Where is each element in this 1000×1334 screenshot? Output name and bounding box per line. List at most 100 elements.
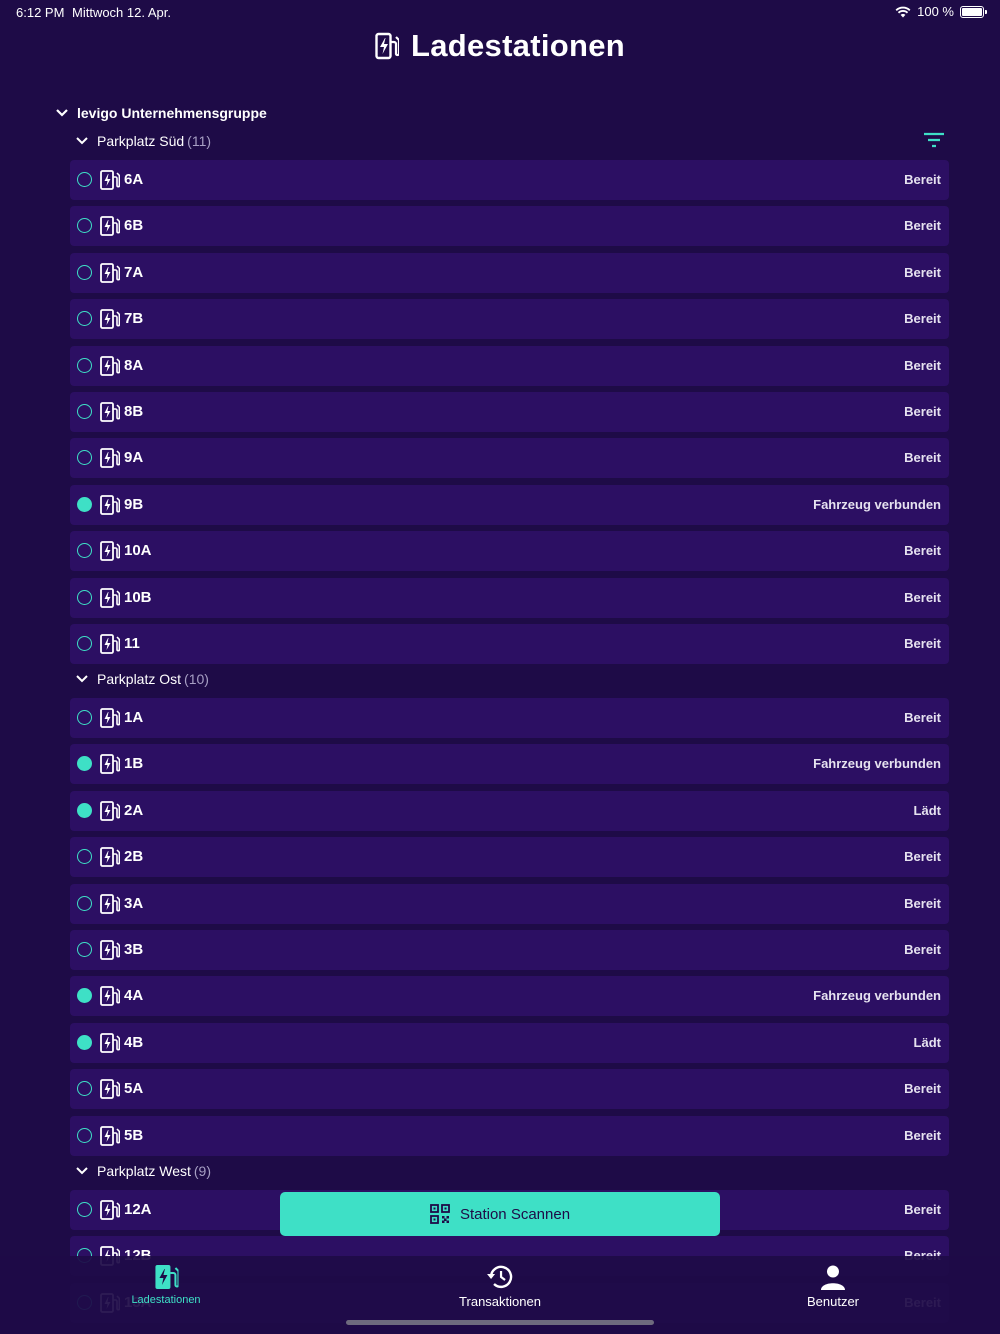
- section-header[interactable]: Parkplatz Süd (11): [75, 131, 955, 151]
- station-status: Bereit: [904, 590, 941, 605]
- status-time: 6:12 PM: [16, 5, 65, 20]
- section-name: Parkplatz Ost: [97, 671, 182, 687]
- station-status: Lädt: [913, 803, 941, 818]
- charging-station-icon: [100, 634, 121, 659]
- station-row[interactable]: 8A Bereit: [70, 346, 949, 386]
- station-row[interactable]: 5A Bereit: [70, 1069, 949, 1109]
- station-status: Fahrzeug verbunden: [813, 988, 941, 1003]
- station-status: Bereit: [904, 358, 941, 373]
- charging-station-icon: [100, 1079, 121, 1104]
- status-indicator: [77, 450, 92, 465]
- charging-station-icon: [100, 1126, 121, 1151]
- status-indicator: [77, 311, 92, 326]
- charging-station-icon: [100, 1200, 121, 1225]
- charging-station-icon: [100, 894, 121, 919]
- station-row[interactable]: 2A Lädt: [70, 791, 949, 831]
- station-row[interactable]: 8B Bereit: [70, 392, 949, 432]
- station-status: Bereit: [904, 1202, 941, 1217]
- station-row[interactable]: 11 Bereit: [70, 624, 949, 664]
- station-name: 4B: [124, 1034, 144, 1051]
- chevron-down-icon[interactable]: [75, 136, 89, 146]
- station-status: Bereit: [904, 636, 941, 651]
- charging-station-icon: [155, 1265, 178, 1289]
- chevron-down-icon[interactable]: [75, 1166, 89, 1176]
- station-row[interactable]: 9B Fahrzeug verbunden: [70, 485, 949, 525]
- group-header[interactable]: levigo Unternehmensgruppe: [55, 103, 267, 123]
- charging-station-icon: [100, 170, 121, 195]
- tab-transaktionen[interactable]: Transaktionen: [459, 1264, 541, 1309]
- station-name: 9A: [124, 449, 144, 466]
- station-row[interactable]: 2B Bereit: [70, 837, 949, 877]
- station-row[interactable]: 1A Bereit: [70, 698, 949, 738]
- station-name: 1B: [124, 755, 144, 772]
- section-name: Parkplatz West: [97, 1163, 191, 1179]
- chevron-down-icon[interactable]: [55, 108, 69, 118]
- station-row[interactable]: 6A Bereit: [70, 160, 949, 200]
- status-indicator: [77, 590, 92, 605]
- station-row[interactable]: 4A Fahrzeug verbunden: [70, 976, 949, 1016]
- filter-icon[interactable]: [923, 131, 945, 152]
- tab-benutzer[interactable]: Benutzer: [807, 1264, 859, 1309]
- group-name: levigo Unternehmensgruppe: [77, 105, 267, 121]
- station-name: 5A: [124, 1080, 144, 1097]
- charging-station-icon: [100, 216, 121, 241]
- station-name: 7B: [124, 310, 144, 327]
- station-name: 11: [124, 635, 140, 652]
- station-name: 3A: [124, 895, 144, 912]
- charging-station-icon: [100, 708, 121, 733]
- station-status: Bereit: [904, 172, 941, 187]
- charging-station-icon: [100, 402, 121, 427]
- status-indicator: [77, 1035, 92, 1050]
- tab-ladestationen[interactable]: Ladestationen: [131, 1264, 201, 1306]
- status-indicator: [77, 1081, 92, 1096]
- station-name: 3B: [124, 941, 144, 958]
- status-indicator: [77, 172, 92, 187]
- section-header[interactable]: Parkplatz Ost (10): [75, 669, 955, 689]
- station-status: Bereit: [904, 710, 941, 725]
- status-indicator: [77, 497, 92, 512]
- section-name: Parkplatz Süd: [97, 133, 185, 149]
- chevron-down-icon[interactable]: [75, 674, 89, 684]
- status-indicator: [77, 756, 92, 771]
- station-row[interactable]: 1B Fahrzeug verbunden: [70, 744, 949, 784]
- charging-station-icon: [375, 32, 399, 60]
- station-row[interactable]: 3A Bereit: [70, 884, 949, 924]
- charging-station-icon: [100, 1033, 121, 1058]
- station-row[interactable]: 5B Bereit: [70, 1116, 949, 1156]
- section-count: (10): [184, 671, 209, 687]
- station-row[interactable]: 7A Bereit: [70, 253, 949, 293]
- station-row[interactable]: 10A Bereit: [70, 531, 949, 571]
- station-status: Bereit: [904, 1128, 941, 1143]
- section-header[interactable]: Parkplatz West (9): [75, 1161, 955, 1181]
- status-indicator: [77, 710, 92, 725]
- station-status: Bereit: [904, 218, 941, 233]
- station-status: Bereit: [904, 311, 941, 326]
- user-icon: [820, 1265, 845, 1290]
- station-row[interactable]: 9A Bereit: [70, 438, 949, 478]
- station-status: Bereit: [904, 265, 941, 280]
- charging-station-icon: [100, 847, 121, 872]
- station-row[interactable]: 6B Bereit: [70, 206, 949, 246]
- station-status: Bereit: [904, 1081, 941, 1096]
- station-row[interactable]: 4B Lädt: [70, 1023, 949, 1063]
- status-date: Mittwoch 12. Apr.: [72, 5, 171, 20]
- station-name: 6A: [124, 171, 144, 188]
- station-status: Bereit: [904, 450, 941, 465]
- station-row[interactable]: 7B Bereit: [70, 299, 949, 339]
- station-name: 12A: [124, 1201, 152, 1218]
- station-name: 7A: [124, 264, 144, 281]
- scan-station-button[interactable]: Station Scannen: [280, 1192, 720, 1236]
- battery-icon: [960, 5, 987, 18]
- history-icon: [487, 1265, 513, 1289]
- status-indicator: [77, 803, 92, 818]
- section-count: (11): [187, 133, 212, 149]
- charging-station-icon: [100, 986, 121, 1011]
- station-status: Bereit: [904, 849, 941, 864]
- status-indicator: [77, 265, 92, 280]
- charging-station-icon: [100, 495, 121, 520]
- charging-station-icon: [100, 448, 121, 473]
- status-bar: 6:12 PM Mittwoch 12. Apr. 100 %: [0, 0, 1000, 24]
- station-row[interactable]: 3B Bereit: [70, 930, 949, 970]
- station-row[interactable]: 10B Bereit: [70, 578, 949, 618]
- station-name: 2B: [124, 848, 144, 865]
